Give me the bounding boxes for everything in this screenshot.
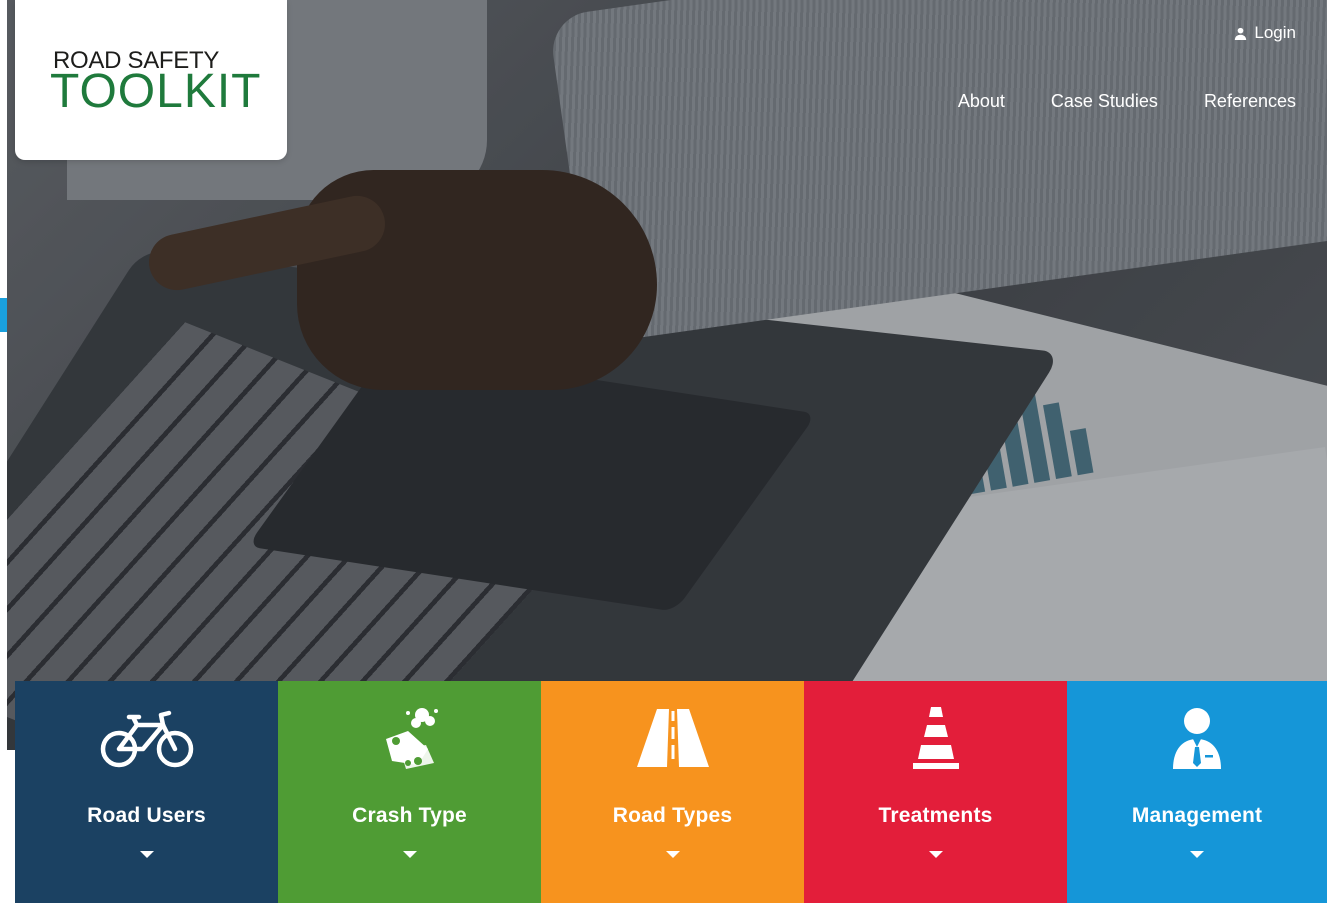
bicycle-icon xyxy=(100,710,193,768)
nav-about[interactable]: About xyxy=(958,91,1005,112)
chevron-down-icon xyxy=(402,851,417,858)
manager-icon xyxy=(1173,708,1221,769)
tile-road-users[interactable]: Road Users xyxy=(15,681,278,903)
site-logo[interactable]: ROAD SAFETY TOOLKIT xyxy=(15,0,287,160)
chevron-down-icon xyxy=(1190,851,1204,858)
traffic-cone-icon xyxy=(912,707,959,769)
nav-case-studies[interactable]: Case Studies xyxy=(1051,91,1158,112)
car-crash-icon xyxy=(385,708,438,769)
tile-management[interactable]: Management xyxy=(1067,681,1327,903)
tile-label: Treatments xyxy=(878,804,993,827)
login-label: Login xyxy=(1254,23,1296,42)
main-nav: About Case Studies References xyxy=(958,91,1296,112)
side-accent-tab[interactable] xyxy=(0,298,7,332)
tile-label: Management xyxy=(1131,804,1263,827)
tile-label: Road Types xyxy=(612,804,733,827)
road-icon xyxy=(636,709,709,767)
tile-label: Crash Type xyxy=(352,804,467,827)
left-margin xyxy=(0,0,7,903)
chevron-down-icon xyxy=(665,851,680,858)
login-link[interactable]: Login xyxy=(1234,23,1296,43)
user-icon xyxy=(1235,27,1247,40)
tile-road-types[interactable]: Road Types xyxy=(541,681,804,903)
tile-label: Road Users xyxy=(87,804,206,827)
logo-line-2: TOOLKIT xyxy=(50,65,262,118)
tile-treatments[interactable]: Treatments xyxy=(804,681,1067,903)
chevron-down-icon xyxy=(139,851,154,858)
category-tiles: Road Users Crash Type Road Types Treatme… xyxy=(15,681,1327,903)
nav-references[interactable]: References xyxy=(1204,91,1296,112)
tile-crash-type[interactable]: Crash Type xyxy=(278,681,541,903)
chevron-down-icon xyxy=(928,851,943,858)
